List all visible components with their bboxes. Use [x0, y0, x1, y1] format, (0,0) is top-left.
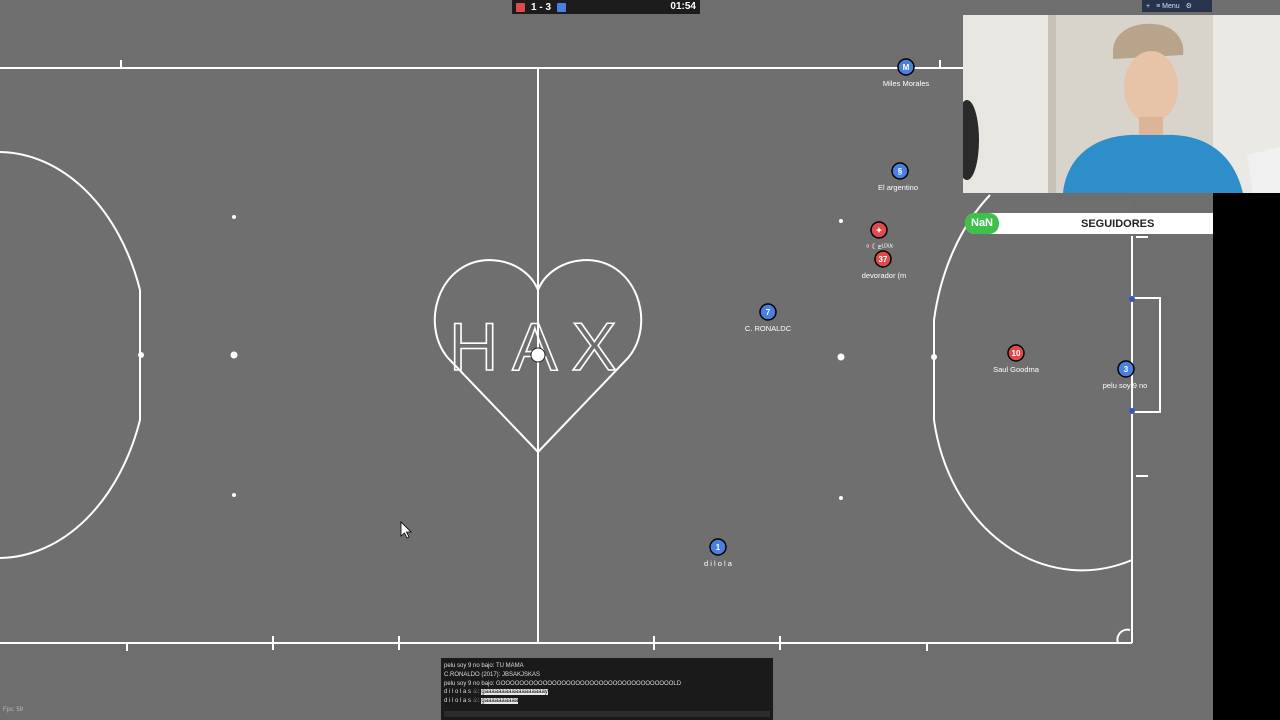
settings-gear-icon[interactable]: ⚙	[1186, 2, 1192, 10]
player-name: Saul Goodma	[993, 365, 1040, 374]
chat-input[interactable]	[444, 711, 770, 717]
match-timer: 01:54	[670, 1, 696, 12]
player-number: 37	[879, 255, 888, 264]
player-number: §	[898, 167, 903, 176]
webcam-feed-image	[963, 15, 1280, 193]
player-name: C. RONALDC	[745, 324, 792, 333]
player-name: d i l o l a	[704, 559, 733, 568]
player-number: M	[903, 63, 910, 72]
blue-team-icon	[557, 2, 567, 12]
player-number: 7	[766, 308, 771, 317]
player-name: devorador (m	[862, 271, 907, 280]
side-panel	[1213, 193, 1280, 720]
followers-nan-badge: NaN	[965, 213, 1000, 234]
player-number: 10	[1012, 349, 1021, 358]
score: 1 - 3	[531, 1, 552, 13]
fps-counter: Fps: 59	[3, 707, 24, 713]
chat-message: C.RONALDO (2017): JBSAKJSKAS	[444, 671, 541, 678]
chat-box: pelu soy 9 no bajo: TU MAMA C.RONALDO (2…	[441, 658, 773, 720]
chat-message: pelu soy 9 no bajo: GOOOOOOOOOOOOOOOOOOO…	[444, 680, 682, 687]
red-team-icon	[516, 2, 525, 12]
player-name: El argentino	[878, 183, 918, 192]
player-name: ᵒ ☾ᴇᴸᴰᵁᶜ	[866, 242, 894, 251]
chat-message: d i l o l a s ♧: gaaaaaaaaaaaaaaaaaay	[444, 689, 548, 696]
followers-label: SEGUIDORES	[1080, 217, 1155, 230]
chat-message: d i l o l a s ♧: gaaaaaaaaaa	[444, 698, 519, 705]
chat-message: pelu soy 9 no bajo: TU MAMA	[444, 663, 524, 669]
player-name: pelu soy 9 no	[1103, 381, 1148, 390]
player-number: 1	[716, 543, 721, 552]
webcam-overlay	[963, 15, 1280, 193]
player-number: ✦	[876, 226, 883, 235]
player-number: 3	[1124, 365, 1129, 374]
add-button[interactable]: +	[1146, 3, 1150, 10]
top-menu: + ≡ Menu ⚙	[1142, 0, 1212, 12]
menu-button[interactable]: ≡ Menu	[1156, 3, 1180, 10]
ball	[530, 347, 546, 363]
hax-logo: HAX	[449, 309, 631, 385]
player-name: Miles Morales	[883, 79, 930, 88]
scoreboard: 1 - 3 01:54	[512, 0, 700, 14]
